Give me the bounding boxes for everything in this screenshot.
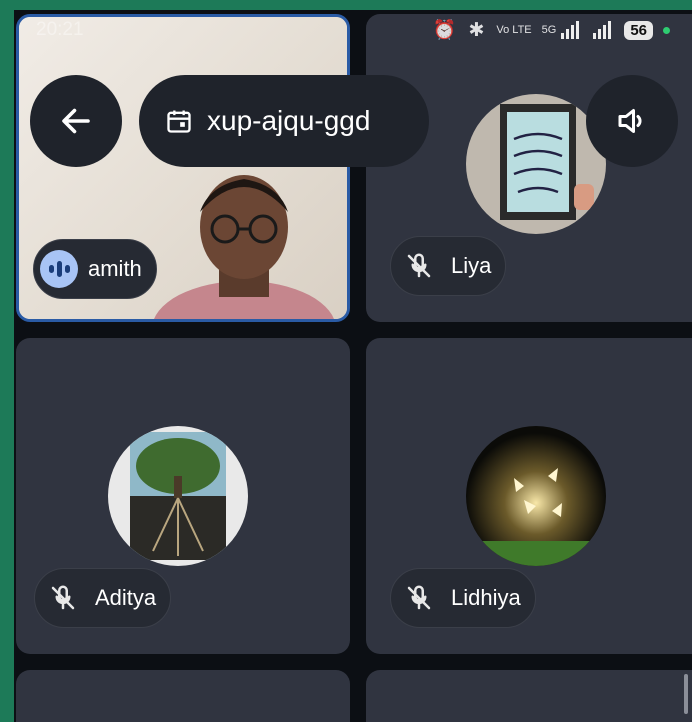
participant-name: Lidhiya bbox=[451, 585, 521, 610]
mic-off-icon bbox=[397, 576, 441, 620]
mic-off-icon bbox=[397, 244, 441, 288]
back-button[interactable] bbox=[30, 75, 122, 167]
participant-tile-aditya[interactable]: Aditya bbox=[16, 338, 350, 654]
network-type: Vo LTE bbox=[496, 24, 532, 36]
participant-tile-partial[interactable] bbox=[366, 670, 692, 722]
network-5g: 5G bbox=[541, 24, 557, 36]
speaker-button[interactable] bbox=[586, 75, 678, 167]
participant-tile-amith[interactable]: amith bbox=[16, 14, 350, 322]
arrow-left-icon bbox=[62, 108, 90, 134]
participant-name: amith bbox=[88, 256, 142, 281]
name-badge: amith bbox=[33, 239, 157, 299]
signal-icon bbox=[593, 21, 612, 39]
green-dot-icon bbox=[663, 26, 670, 34]
name-badge: Aditya bbox=[34, 568, 172, 628]
participant-tile-liya[interactable]: Liya bbox=[366, 14, 692, 322]
meet-screen: amith Liya Aditya Lidhiya 20:21 ⏰ ✱ Vo L… bbox=[14, 10, 692, 722]
participant-tile-partial[interactable] bbox=[16, 670, 350, 722]
poster-image bbox=[466, 94, 606, 234]
poster-image bbox=[466, 426, 606, 566]
scrollbar[interactable] bbox=[684, 674, 688, 714]
meeting-code-button[interactable]: xup-ajqu-ggd bbox=[139, 75, 429, 167]
participant-name: Liya bbox=[451, 253, 492, 278]
signal-icon bbox=[561, 21, 580, 39]
status-time: 20:21 bbox=[36, 19, 84, 40]
status-bar: 20:21 ⏰ ✱ Vo LTE 5G 56 bbox=[14, 10, 692, 50]
bluetooth-icon: ✱ bbox=[468, 19, 485, 41]
participant-avatar bbox=[466, 94, 606, 234]
name-badge: Lidhiya bbox=[390, 568, 536, 628]
participant-tile-lidhiya[interactable]: Lidhiya bbox=[366, 338, 692, 654]
poster-image bbox=[108, 426, 248, 566]
calendar-icon bbox=[167, 110, 191, 133]
audio-wave-icon bbox=[40, 250, 78, 288]
name-badge: Liya bbox=[390, 236, 507, 296]
participant-avatar bbox=[108, 426, 248, 566]
participant-video-feed bbox=[154, 175, 334, 319]
speaker-icon bbox=[618, 109, 642, 133]
battery-level: 56 bbox=[630, 21, 647, 39]
participant-name: Aditya bbox=[95, 585, 157, 610]
battery-badge: 56 bbox=[624, 20, 653, 40]
meeting-code: xup-ajqu-ggd bbox=[207, 105, 371, 136]
participant-avatar bbox=[466, 426, 606, 566]
alarm-icon: ⏰ bbox=[432, 20, 457, 41]
mic-off-icon bbox=[41, 576, 85, 620]
